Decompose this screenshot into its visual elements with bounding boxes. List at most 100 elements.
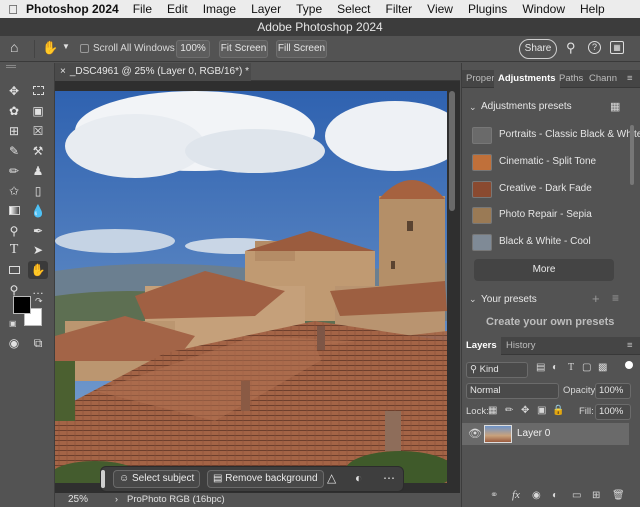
panel-menu-icon[interactable]: ≡	[623, 337, 637, 355]
healing-brush-tool-icon[interactable]: ⚒	[28, 142, 48, 160]
scroll-all-checkbox[interactable]	[80, 44, 89, 53]
menu-layer[interactable]: Layer	[251, 2, 281, 16]
lock-position-icon[interactable]: ✥	[521, 405, 529, 416]
apple-icon[interactable]: 	[0, 2, 26, 17]
frame-tool-icon[interactable]: ☒	[28, 122, 48, 140]
tab-history[interactable]: History	[502, 337, 540, 355]
menu-file[interactable]: File	[133, 2, 152, 16]
object-select-tool-icon[interactable]: ▣	[28, 102, 48, 120]
chevron-down-icon[interactable]: ▼	[62, 42, 70, 51]
fill-screen-button[interactable]: Fill Screen	[276, 40, 327, 58]
trash-icon[interactable]: 🗑	[612, 490, 625, 501]
crop-tool-icon[interactable]: ⊞	[4, 122, 24, 140]
workspace-icon[interactable]: ▦	[610, 41, 624, 54]
document-tab[interactable]: × _DSC4961 @ 25% (Layer 0, RGB/16*) *	[55, 63, 251, 81]
brush-tool-icon[interactable]: ✏	[4, 162, 24, 180]
taskbar-handle[interactable]	[101, 470, 105, 488]
menu-filter[interactable]: Filter	[385, 2, 412, 16]
type-filter-icon[interactable]: T	[568, 362, 574, 373]
opacity-input[interactable]: 100%	[595, 383, 631, 399]
help-icon[interactable]: ?	[588, 41, 601, 54]
presets-scrollbar[interactable]	[630, 125, 634, 185]
preset-item[interactable]: Cinematic - Split Tone	[472, 152, 622, 174]
history-brush-tool-icon[interactable]: ✩	[4, 182, 24, 200]
menu-help[interactable]: Help	[580, 2, 605, 16]
preset-item[interactable]: Portraits - Classic Black & White	[472, 125, 640, 147]
eyedropper-tool-icon[interactable]: ✎	[4, 142, 24, 160]
home-icon[interactable]: ⌂	[10, 39, 18, 55]
search-icon[interactable]: ⚲	[566, 40, 576, 56]
adjustment-icon[interactable]: ◐	[355, 471, 362, 485]
select-subject-button[interactable]: ☺ Select subject	[113, 470, 201, 488]
tab-paths[interactable]: Paths	[555, 70, 587, 88]
lock-transparency-icon[interactable]: ▦	[488, 405, 497, 416]
hand-tool-icon[interactable]: ✋	[42, 40, 58, 56]
tab-adjustments[interactable]: Adjustments	[494, 70, 560, 88]
tab-layers[interactable]: Layers	[462, 337, 501, 355]
fx-icon[interactable]: fx	[512, 489, 520, 501]
panel-menu-icon[interactable]: ≡	[623, 70, 637, 88]
blur-tool-icon[interactable]: 💧	[28, 202, 48, 220]
status-arrow-icon[interactable]: ›	[115, 494, 118, 504]
canvas-area[interactable]	[55, 81, 460, 493]
menu-image[interactable]: Image	[203, 2, 236, 16]
tab-channels[interactable]: Chann	[585, 70, 621, 88]
foreground-color-swatch[interactable]	[13, 296, 31, 314]
path-select-tool-icon[interactable]: ➤	[28, 241, 48, 259]
menu-select[interactable]: Select	[337, 2, 370, 16]
type-tool-icon[interactable]: T	[4, 241, 24, 259]
smart-object-filter-icon[interactable]: ▩	[598, 362, 607, 373]
new-layer-icon[interactable]: ⊞	[592, 490, 600, 501]
adjustment-filter-icon[interactable]: ◐	[552, 362, 558, 373]
menu-type[interactable]: Type	[296, 2, 322, 16]
photo-canvas[interactable]	[55, 91, 447, 483]
fill-input[interactable]: 100%	[595, 404, 631, 420]
add-mask-icon[interactable]: ◉	[532, 490, 541, 501]
add-preset-icon[interactable]: +	[592, 291, 600, 306]
move-tool-icon[interactable]: ✥	[4, 82, 24, 100]
more-presets-button[interactable]: More	[474, 259, 614, 281]
layer-kind-filter[interactable]: ⚲ Kind	[466, 362, 528, 378]
dodge-tool-icon[interactable]: ⚲	[4, 222, 24, 240]
quick-mask-icon[interactable]: ◉	[4, 334, 24, 352]
lasso-tool-icon[interactable]: ✿	[4, 102, 24, 120]
vertical-scrollbar[interactable]	[449, 91, 455, 211]
grid-view-icon[interactable]: ▦	[610, 100, 620, 113]
menu-app-name[interactable]: Photoshop 2024	[26, 2, 119, 16]
menu-view[interactable]: View	[427, 2, 453, 16]
preset-item[interactable]: Black & White - Cool	[472, 232, 622, 254]
remove-background-button[interactable]: ▤ Remove background	[207, 470, 324, 488]
clone-stamp-tool-icon[interactable]: ♟	[28, 162, 48, 180]
toolbar-grip[interactable]	[6, 65, 16, 68]
preset-item[interactable]: Creative - Dark Fade	[472, 179, 622, 201]
menu-plugins[interactable]: Plugins	[468, 2, 507, 16]
chevron-down-icon[interactable]: ⌄	[469, 294, 477, 305]
lock-artboard-icon[interactable]: ▣	[537, 405, 546, 416]
swap-colors-icon[interactable]: ↷	[35, 296, 43, 307]
marquee-tool-icon[interactable]	[28, 82, 48, 100]
new-group-icon[interactable]: ▭	[572, 490, 581, 501]
visibility-eye-icon[interactable]: 👁	[468, 427, 482, 440]
more-options-icon[interactable]: ⋯	[383, 471, 395, 485]
layer-row[interactable]: 👁 Layer 0	[462, 423, 629, 445]
zoom-level[interactable]: 25%	[68, 494, 88, 505]
lock-all-icon[interactable]: 🔒	[552, 405, 564, 416]
link-layers-icon[interactable]: ⚭	[490, 490, 498, 501]
blend-mode-select[interactable]: Normal	[466, 383, 559, 399]
filter-toggle[interactable]	[625, 361, 633, 369]
preset-menu-icon[interactable]: ≡	[612, 291, 619, 305]
transform-icon[interactable]: △	[327, 471, 336, 485]
new-adjustment-icon[interactable]: ◐	[552, 490, 558, 501]
eraser-tool-icon[interactable]: ▯	[28, 182, 48, 200]
default-colors-icon[interactable]: ▣	[9, 319, 17, 328]
menu-window[interactable]: Window	[522, 2, 565, 16]
lock-pixels-icon[interactable]: ✏	[505, 405, 513, 416]
preset-item[interactable]: Photo Repair - Sepia	[472, 205, 622, 227]
gradient-tool-icon[interactable]	[4, 202, 24, 220]
pixel-filter-icon[interactable]: ▤	[536, 362, 545, 373]
chevron-down-icon[interactable]: ⌄	[469, 102, 477, 113]
shape-filter-icon[interactable]: ▢	[582, 362, 591, 373]
rectangle-tool-icon[interactable]	[4, 261, 24, 279]
share-button[interactable]: Share	[519, 39, 557, 59]
layer-name[interactable]: Layer 0	[517, 428, 550, 439]
